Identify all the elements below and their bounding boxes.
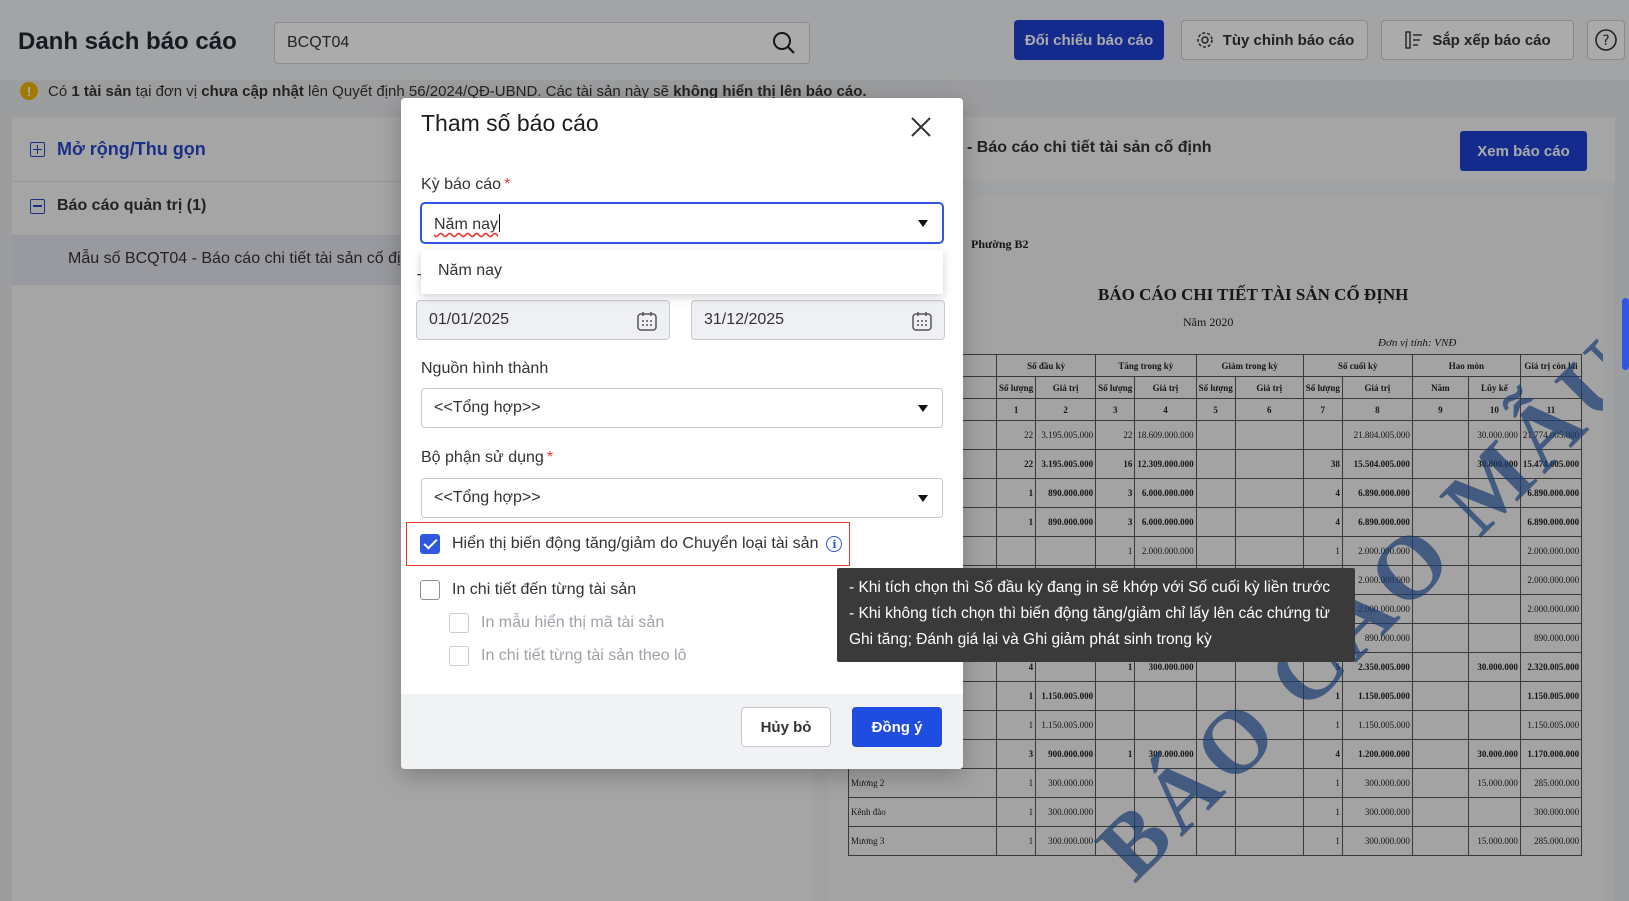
from-date-input[interactable]: 01/01/2025 [416, 300, 670, 340]
show-change-checkbox[interactable] [420, 534, 440, 554]
cancel-button[interactable]: Hủy bỏ [741, 707, 831, 747]
period-dropdown-option[interactable]: Năm nay [421, 250, 943, 294]
dialog-footer: Hủy bỏ Đồng ý [401, 694, 963, 769]
detail-checkbox[interactable] [420, 580, 440, 600]
scroll-indicator[interactable] [1622, 298, 1629, 370]
report-params-dialog: Tham số báo cáo Kỳ báo cáo* Năm nay T 01… [401, 98, 963, 769]
source-label: Nguồn hình thành [421, 360, 549, 377]
calendar-icon[interactable] [910, 309, 934, 333]
info-tooltip: - Khi tích chọn thì Số đầu kỳ đang in sẽ… [837, 568, 1355, 662]
dept-label: Bộ phận sử dụng * [421, 449, 554, 466]
period-value: Năm nay [434, 216, 499, 233]
tooltip-line-2: - Khi không tích chọn thì biến động tăng… [849, 605, 1330, 648]
show-code-checkbox-row: In mẫu hiển thị mã tài sản [449, 613, 664, 633]
calendar-icon[interactable] [635, 309, 659, 333]
dialog-title: Tham số báo cáo [421, 110, 599, 136]
detail-checkbox-row[interactable]: In chi tiết đến từng tài sản [420, 580, 636, 600]
ok-button[interactable]: Đồng ý [852, 707, 942, 747]
detail-label: In chi tiết đến từng tài sản [452, 581, 637, 598]
show-code-checkbox [449, 613, 469, 633]
show-change-checkbox-row[interactable]: Hiển thị biến động tăng/giảm do Chuyển l… [420, 534, 843, 554]
caret-down-icon[interactable] [918, 405, 928, 412]
text-cursor [499, 214, 501, 232]
period-label: Kỳ báo cáo * [421, 176, 511, 193]
info-icon[interactable]: i [826, 536, 843, 552]
dept-select[interactable]: <<Tổng hợp>> [421, 478, 943, 518]
period-select[interactable]: Năm nay [421, 203, 943, 243]
to-date-input[interactable]: 31/12/2025 [691, 300, 945, 340]
by-batch-label: In chi tiết từng tài sản theo lô [481, 647, 687, 664]
source-select[interactable]: <<Tổng hợp>> [421, 388, 943, 428]
tooltip-line-1: - Khi tích chọn thì Số đầu kỳ đang in sẽ… [849, 579, 1331, 596]
show-change-label: Hiển thị biến động tăng/giảm do Chuyển l… [452, 535, 819, 552]
close-icon[interactable] [906, 112, 936, 142]
by-batch-checkbox [449, 646, 469, 666]
dept-value: <<Tổng hợp>> [434, 489, 541, 506]
source-value: <<Tổng hợp>> [434, 399, 541, 416]
caret-down-icon[interactable] [918, 220, 928, 227]
caret-down-icon[interactable] [918, 495, 928, 502]
show-code-label: In mẫu hiển thị mã tài sản [481, 614, 665, 631]
by-batch-checkbox-row: In chi tiết từng tài sản theo lô [449, 646, 687, 666]
